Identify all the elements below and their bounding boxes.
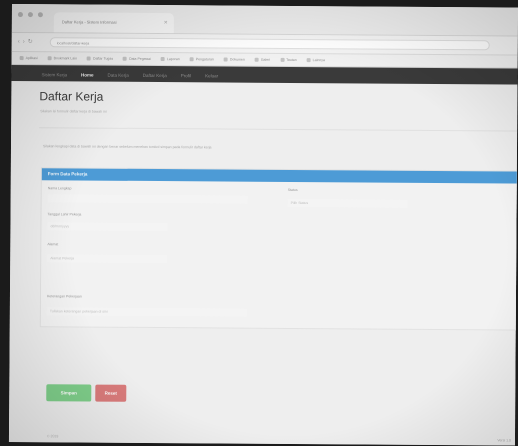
bookmark-icon	[160, 57, 165, 62]
bookmark-item[interactable]: Bookmark Lain	[47, 56, 78, 61]
alamat-label: Alamat	[47, 242, 59, 247]
bookmark-item[interactable]: Data Pegawai	[123, 56, 151, 61]
nav-item-sistem-kerja[interactable]: Sistem Kerja	[41, 72, 67, 77]
bookmark-label: Pengaturan	[195, 57, 214, 62]
bookmark-icon	[47, 56, 52, 61]
nav-item-keluar[interactable]: Keluar	[205, 73, 218, 78]
reset-button[interactable]: Reset	[95, 384, 127, 402]
bookmark-item[interactable]: Pengaturan	[189, 57, 214, 62]
nav-item-home[interactable]: Home	[81, 72, 94, 77]
form-heading: Form Data Pekerja	[41, 168, 518, 184]
reload-icon[interactable]: ↻	[28, 39, 36, 45]
footer-text: © 2019	[46, 434, 59, 439]
bookmark-item[interactable]: Galeri	[254, 57, 271, 62]
bookmark-icon	[19, 56, 24, 61]
submit-button[interactable]: Simpan	[46, 384, 92, 402]
page-subtitle: Silakan isi formulir daftar kerja di baw…	[40, 109, 107, 114]
bookmark-item[interactable]: Lainnya	[306, 58, 325, 63]
info-text: Silakan lengkapi data di bawah ini denga…	[42, 144, 212, 150]
tanggal-input[interactable]: dd/mm/yyyy	[47, 222, 168, 232]
status-select[interactable]: Pilih Status	[287, 198, 408, 208]
bookmark-label: Lainnya	[312, 58, 325, 63]
bookmark-icon	[254, 57, 259, 62]
close-window-button[interactable]	[17, 12, 23, 18]
tab-title: Daftar Kerja - Sistem Informasi	[61, 19, 117, 25]
nav-item-data-kerja[interactable]: Data Kerja	[108, 72, 129, 77]
bookmark-item[interactable]: Laporan	[160, 57, 180, 62]
browser-titlebar: Daftar Kerja - Sistem Informasi ✕	[11, 4, 518, 37]
bookmark-item[interactable]: Tautan	[280, 57, 297, 62]
bookmark-item[interactable]: Aplikasi	[19, 56, 38, 61]
page-title: Daftar Kerja	[39, 89, 104, 104]
address-bar: ‹›↻ localhost/daftar-kerja	[11, 32, 518, 56]
bookmark-label: Tautan	[286, 57, 297, 62]
bookmark-item[interactable]: Dokumen	[223, 57, 245, 62]
bookmark-label: Data Pegawai	[129, 56, 151, 61]
bookmark-label: Aplikasi	[25, 56, 38, 61]
tanggal-label: Tanggal Lahir Pekerja	[47, 212, 82, 217]
maximize-window-button[interactable]	[37, 12, 43, 18]
bookmark-icon	[123, 56, 128, 61]
alamat-input[interactable]: Alamat Pekerja	[47, 254, 168, 264]
nama-input[interactable]	[47, 194, 248, 204]
bookmark-label: Daftar Tugas	[93, 56, 114, 61]
window-controls	[17, 12, 43, 18]
keterangan-input[interactable]: Tuliskan keterangan pekerjaan di sini	[46, 307, 247, 317]
form-panel: Form Data Pekerja Nama Lengkap Status Pi…	[39, 167, 518, 331]
navigation-buttons: ‹›↻	[18, 38, 36, 45]
bookmark-icon	[87, 56, 92, 61]
bookmark-icon	[280, 57, 285, 62]
close-icon[interactable]: ✕	[164, 13, 168, 33]
browser-tab[interactable]: Daftar Kerja - Sistem Informasi ✕	[53, 12, 174, 34]
url-input[interactable]: localhost/daftar-kerja	[49, 37, 490, 51]
bookmark-label: Galeri	[260, 57, 271, 62]
divider	[39, 127, 518, 132]
nav-item-profil[interactable]: Profil	[181, 73, 191, 78]
monitor-screen: Daftar Kerja - Sistem Informasi ✕ ‹›↻ lo…	[8, 4, 518, 446]
status-label: Status	[287, 187, 298, 192]
nav-item-daftar-kerja[interactable]: Daftar Kerja	[143, 72, 167, 77]
bookmark-label: Dokumen	[229, 57, 245, 62]
nama-label: Nama Lengkap	[47, 186, 72, 191]
bookmark-label: Bookmark Lain	[53, 56, 78, 61]
bookmark-icon	[223, 57, 228, 62]
bookmark-label: Laporan	[166, 57, 180, 62]
bookmark-item[interactable]: Daftar Tugas	[87, 56, 114, 61]
minimize-window-button[interactable]	[27, 12, 33, 18]
bookmark-icon	[189, 57, 194, 62]
keterangan-label: Keterangan Pekerjaan	[46, 294, 82, 299]
page-content: Daftar Kerja Silakan isi formulir daftar…	[8, 80, 518, 446]
bookmark-icon	[306, 58, 311, 63]
